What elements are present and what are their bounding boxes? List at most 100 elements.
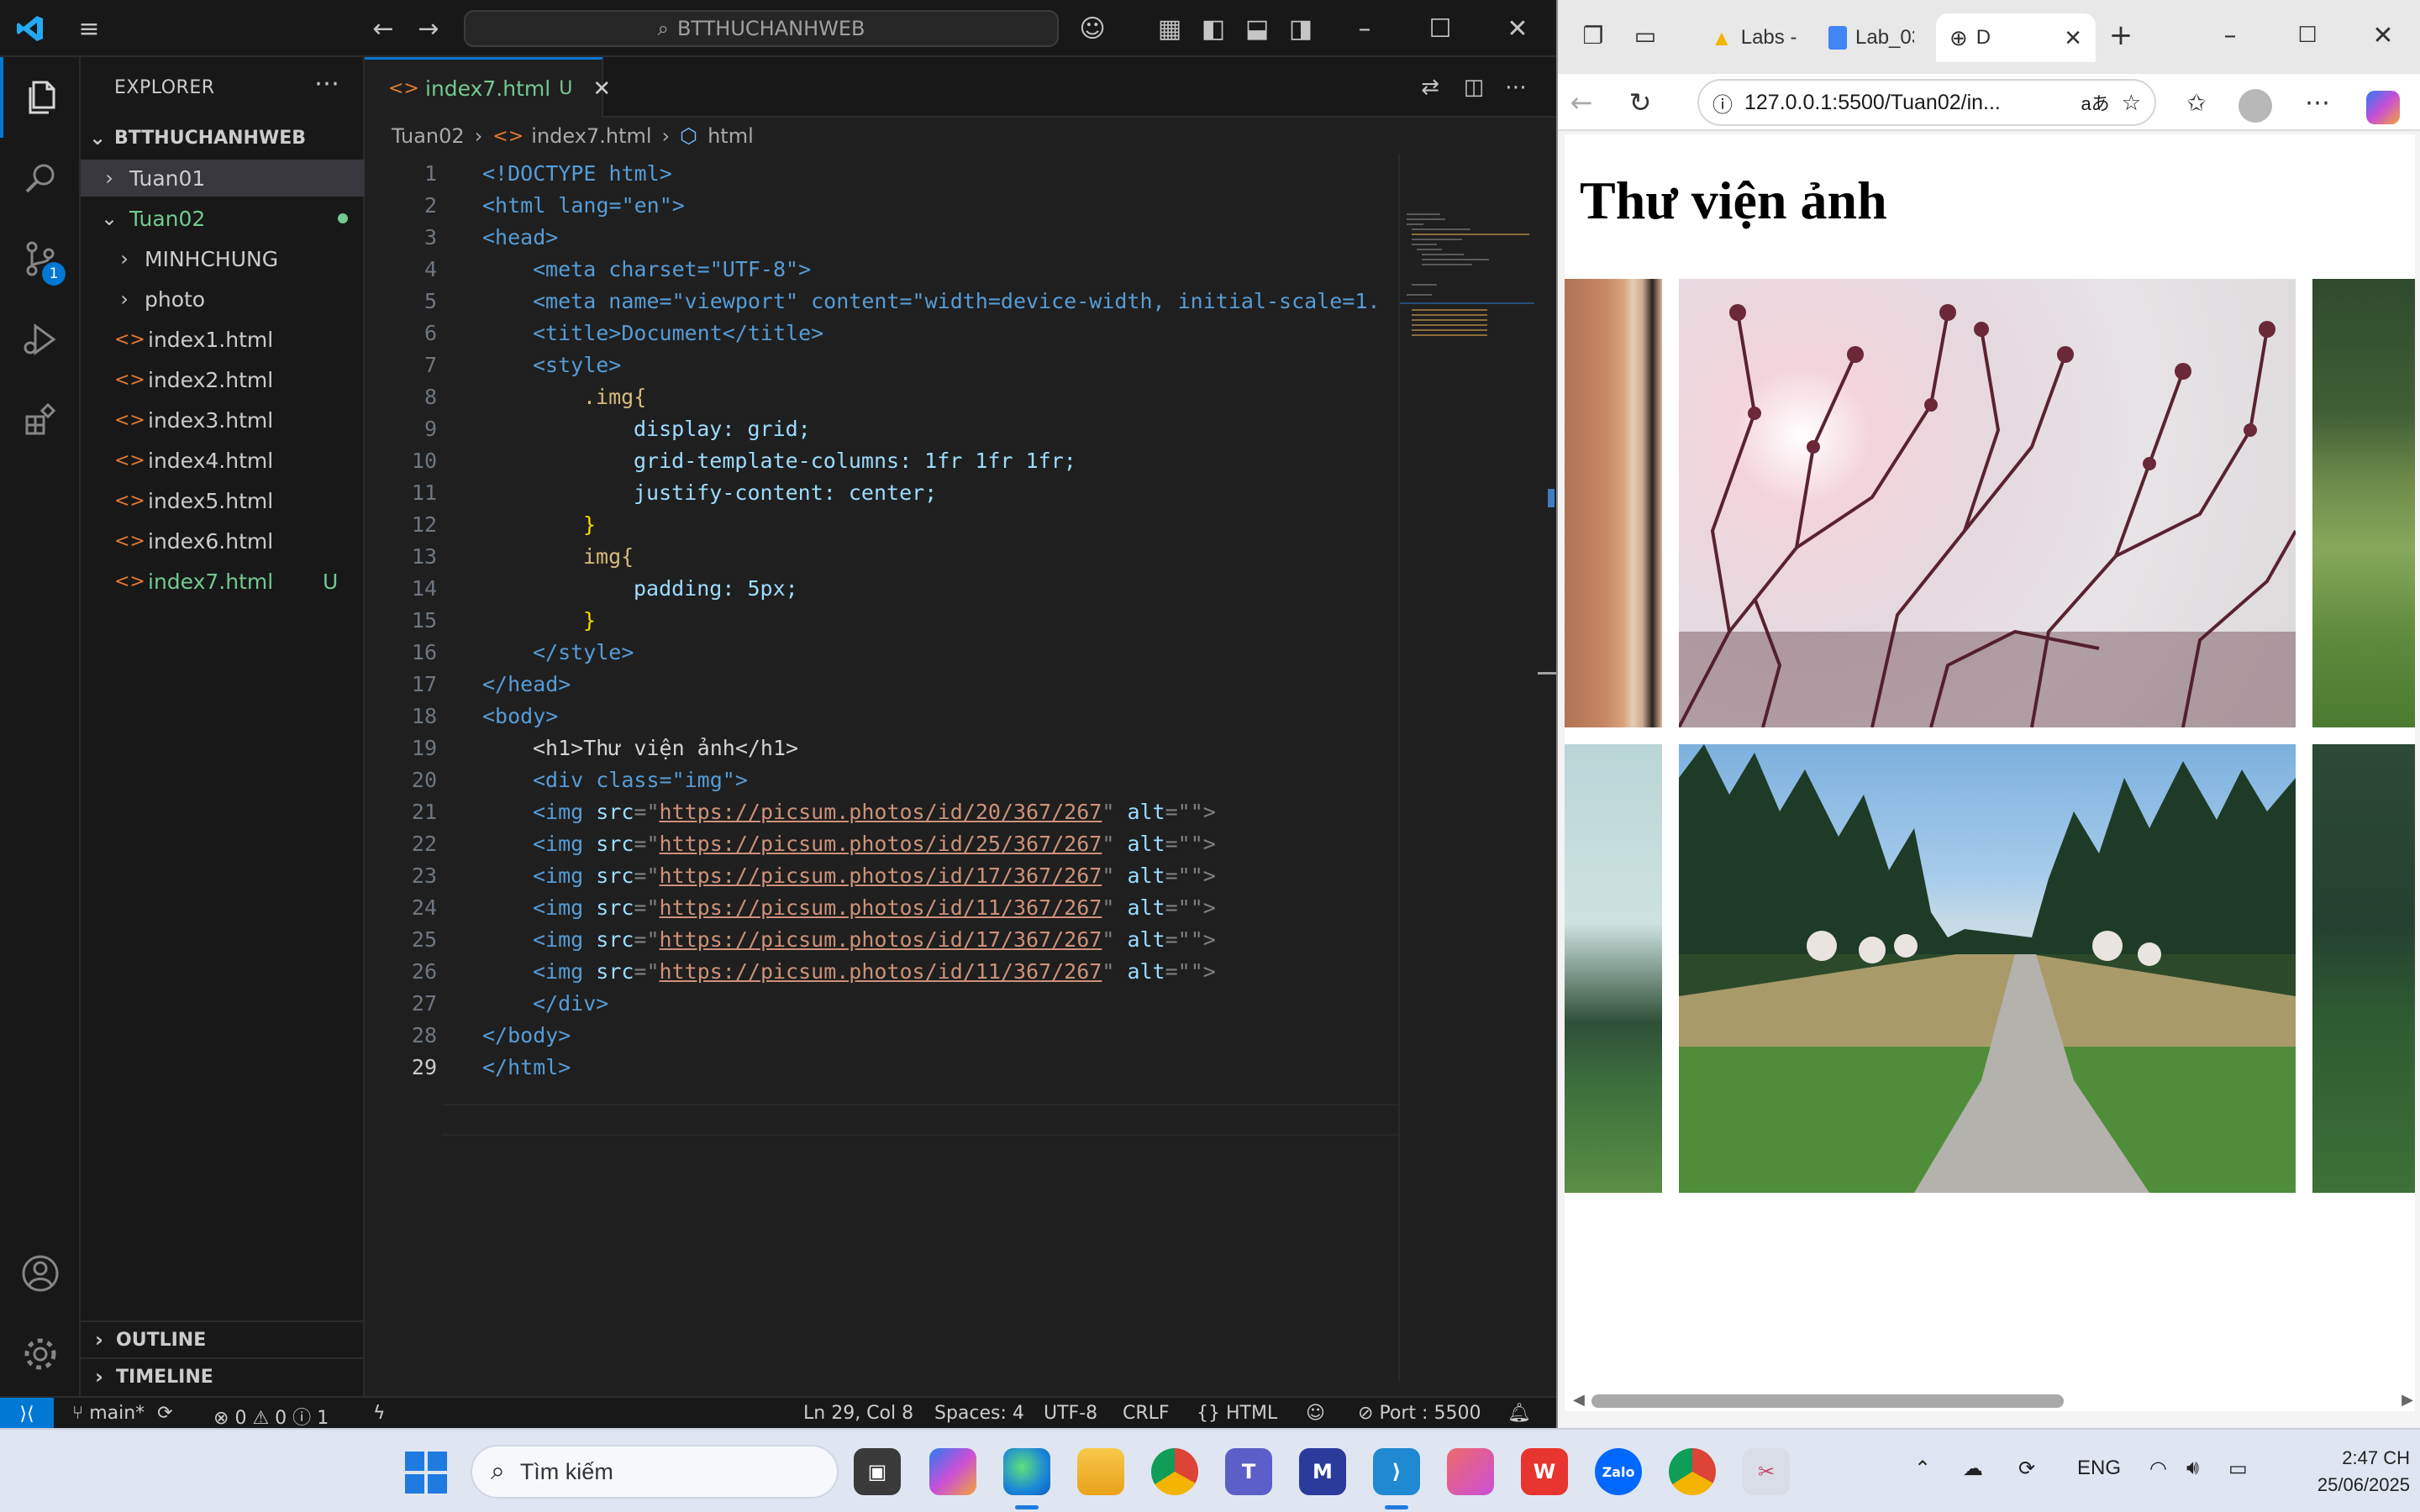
remote-indicator-icon[interactable]: ⟩⟨ (0, 1398, 54, 1430)
code-editor[interactable]: 1 2 3 4 5 6 7 8 9 10 11 12 13 14 15 16 1… (365, 155, 1400, 1381)
lightning-icon[interactable]: ϟ (373, 1403, 386, 1424)
compare-changes-icon[interactable]: ⇄ (1413, 71, 1447, 104)
search-icon[interactable] (0, 138, 81, 218)
read-aloud-icon[interactable]: aあ (2081, 89, 2109, 116)
close-icon[interactable]: ✕ (1501, 12, 1534, 45)
favorite-star-icon[interactable]: ☆ (2122, 90, 2141, 116)
sync-tray-icon[interactable]: ⟳ (2018, 1457, 2035, 1481)
edge-browser-icon[interactable] (1003, 1448, 1050, 1495)
tree-folder-minhchung[interactable]: › MINHCHUNG (81, 240, 365, 277)
notifications-bell-icon[interactable]: 🔔︎ (1507, 1403, 1531, 1424)
line-ending[interactable]: CRLF (1123, 1403, 1170, 1424)
tree-file-index1[interactable]: <> index1.html (81, 321, 365, 358)
outline-section[interactable]: › OUTLINE (81, 1320, 365, 1357)
taskbar-clock[interactable]: 2:47 CH 25/06/2025 (2292, 1445, 2410, 1499)
img-url-link[interactable]: https://picsum.photos/id/11/367/267 (660, 895, 1102, 920)
zalo-icon[interactable]: Zalo (1595, 1448, 1642, 1495)
tree-folder-tuan01[interactable]: › Tuan01 (81, 160, 365, 197)
run-debug-icon[interactable] (0, 299, 81, 380)
battery-icon[interactable]: ▭ (2228, 1457, 2248, 1481)
teams-icon[interactable]: T (1225, 1448, 1272, 1495)
copilot-status-icon[interactable]: ☺ (1306, 1403, 1325, 1424)
task-view-icon[interactable]: ▣ (854, 1448, 901, 1495)
img-url-link[interactable]: https://picsum.photos/id/25/367/267 (660, 832, 1102, 856)
customize-layout-icon[interactable]: ▦ (1153, 12, 1186, 45)
timeline-section[interactable]: › TIMELINE (81, 1357, 365, 1394)
img-url-link[interactable]: https://picsum.photos/id/20/367/267 (660, 800, 1102, 824)
wps-office-icon[interactable]: W (1521, 1448, 1568, 1495)
copilot-icon[interactable] (2366, 91, 2400, 124)
explorer-icon[interactable] (0, 57, 81, 138)
snipping-tool-icon[interactable]: ✂ (1743, 1448, 1790, 1495)
chrome-icon[interactable] (1151, 1448, 1198, 1495)
tree-folder-tuan02[interactable]: ⌄ Tuan02 (81, 200, 365, 237)
minimap[interactable] (1398, 155, 1534, 1381)
toggle-sidebar-icon[interactable]: ◧ (1197, 12, 1230, 45)
problems-status[interactable]: ⊗ 0 ⚠ 0 ⓘ 1 (213, 1403, 329, 1430)
new-tab-icon[interactable]: + (2104, 18, 2138, 52)
tree-folder-photo[interactable]: › photo (81, 281, 365, 318)
input-language[interactable]: ENG (2077, 1457, 2121, 1480)
tree-file-index5[interactable]: <> index5.html (81, 482, 365, 519)
paint-app-icon[interactable] (1447, 1448, 1494, 1495)
refresh-icon[interactable]: ↻ (1623, 86, 1657, 119)
tree-file-index3[interactable]: <> index3.html (81, 402, 365, 438)
workspaces-icon[interactable]: ❐ (1576, 18, 1610, 52)
more-menu-icon[interactable]: ⋯ (2301, 86, 2334, 119)
img-url-link[interactable]: https://picsum.photos/id/11/367/267 (660, 959, 1102, 984)
maximize-icon[interactable]: ☐ (2291, 18, 2324, 52)
indentation[interactable]: Spaces: 4 (934, 1403, 1024, 1424)
back-arrow-icon[interactable]: ← (1565, 86, 1598, 119)
profile-avatar[interactable] (2238, 89, 2272, 123)
breadcrumb-folder[interactable]: Tuan02 (392, 124, 465, 148)
split-editor-icon[interactable]: ◫ (1457, 71, 1491, 104)
encoding[interactable]: UTF-8 (1044, 1403, 1097, 1424)
tab-lab03[interactable]: Lab_03 (1828, 13, 1914, 62)
command-center-search[interactable]: ⌕ BTTHUCHANHWEB (464, 10, 1059, 47)
volume-icon[interactable]: 🔊︎ (2186, 1457, 2199, 1480)
tree-file-index4[interactable]: <> index4.html (81, 442, 365, 479)
vertical-tabs-icon[interactable]: ▭ (1628, 18, 1662, 52)
scrollbar-thumb[interactable] (1591, 1394, 2064, 1408)
back-arrow-icon[interactable]: ← (366, 12, 400, 45)
mathway-icon[interactable]: M (1299, 1448, 1346, 1495)
tree-file-index2[interactable]: <> index2.html (81, 361, 365, 398)
wifi-icon[interactable]: ◠ (2149, 1457, 2167, 1481)
show-hidden-icons-icon[interactable]: ⌃ (1914, 1457, 1931, 1481)
chrome-profile-icon[interactable] (1669, 1448, 1716, 1495)
img-url-link[interactable]: https://picsum.photos/id/17/367/267 (660, 864, 1102, 888)
settings-gear-icon[interactable] (0, 1314, 81, 1394)
minimize-icon[interactable]: – (1348, 12, 1381, 45)
root-folder[interactable]: ⌄ BTTHUCHANHWEB (81, 119, 365, 156)
toggle-secondary-sidebar-icon[interactable]: ◨ (1284, 12, 1318, 45)
maximize-icon[interactable]: ☐ (1423, 12, 1457, 45)
taskbar-search[interactable]: ⌕ Tìm kiếm (471, 1445, 839, 1499)
forward-arrow-icon[interactable]: → (412, 12, 445, 45)
onedrive-icon[interactable]: ☁ (1963, 1457, 1983, 1481)
copilot-app-icon[interactable] (929, 1448, 976, 1495)
tab-close-icon[interactable]: ✕ (592, 76, 611, 102)
breadcrumb-file[interactable]: index7.html (531, 124, 651, 148)
horizontal-scrollbar[interactable]: ◀ ▶ (1573, 1391, 2413, 1411)
minimize-icon[interactable]: – (2213, 18, 2247, 52)
scroll-right-arrow-icon[interactable]: ▶ (2402, 1391, 2413, 1409)
tab-close-icon[interactable]: ✕ (2064, 25, 2082, 51)
tab-labs[interactable]: ▲ Labs - (1711, 13, 1797, 62)
favorites-icon[interactable]: ✩ (2180, 86, 2213, 119)
toggle-panel-icon[interactable]: ⬓ (1240, 12, 1274, 45)
breadcrumb-symbol[interactable]: html (708, 124, 754, 148)
branch-status[interactable]: ⑂ main* ⟳ (72, 1403, 173, 1424)
account-icon[interactable] (0, 1233, 81, 1314)
windows-start-icon[interactable] (405, 1452, 447, 1494)
cursor-position[interactable]: Ln 29, Col 8 (803, 1403, 913, 1424)
tab-document-active[interactable]: ⊕ D ✕ (1936, 13, 2096, 62)
extensions-icon[interactable] (0, 380, 81, 460)
source-control-icon[interactable]: 1 (0, 218, 81, 299)
menu-icon[interactable]: ≡ (72, 12, 106, 45)
more-actions-icon[interactable]: ⋯ (314, 69, 339, 98)
vscode-taskbar-icon[interactable]: ⟩ (1373, 1448, 1420, 1495)
tab-index7[interactable]: <> index7.html U ✕ (365, 57, 611, 118)
close-icon[interactable]: ✕ (2366, 18, 2400, 52)
tree-file-index7[interactable]: <> index7.html U (81, 563, 365, 600)
scroll-left-arrow-icon[interactable]: ◀ (1573, 1391, 1585, 1409)
